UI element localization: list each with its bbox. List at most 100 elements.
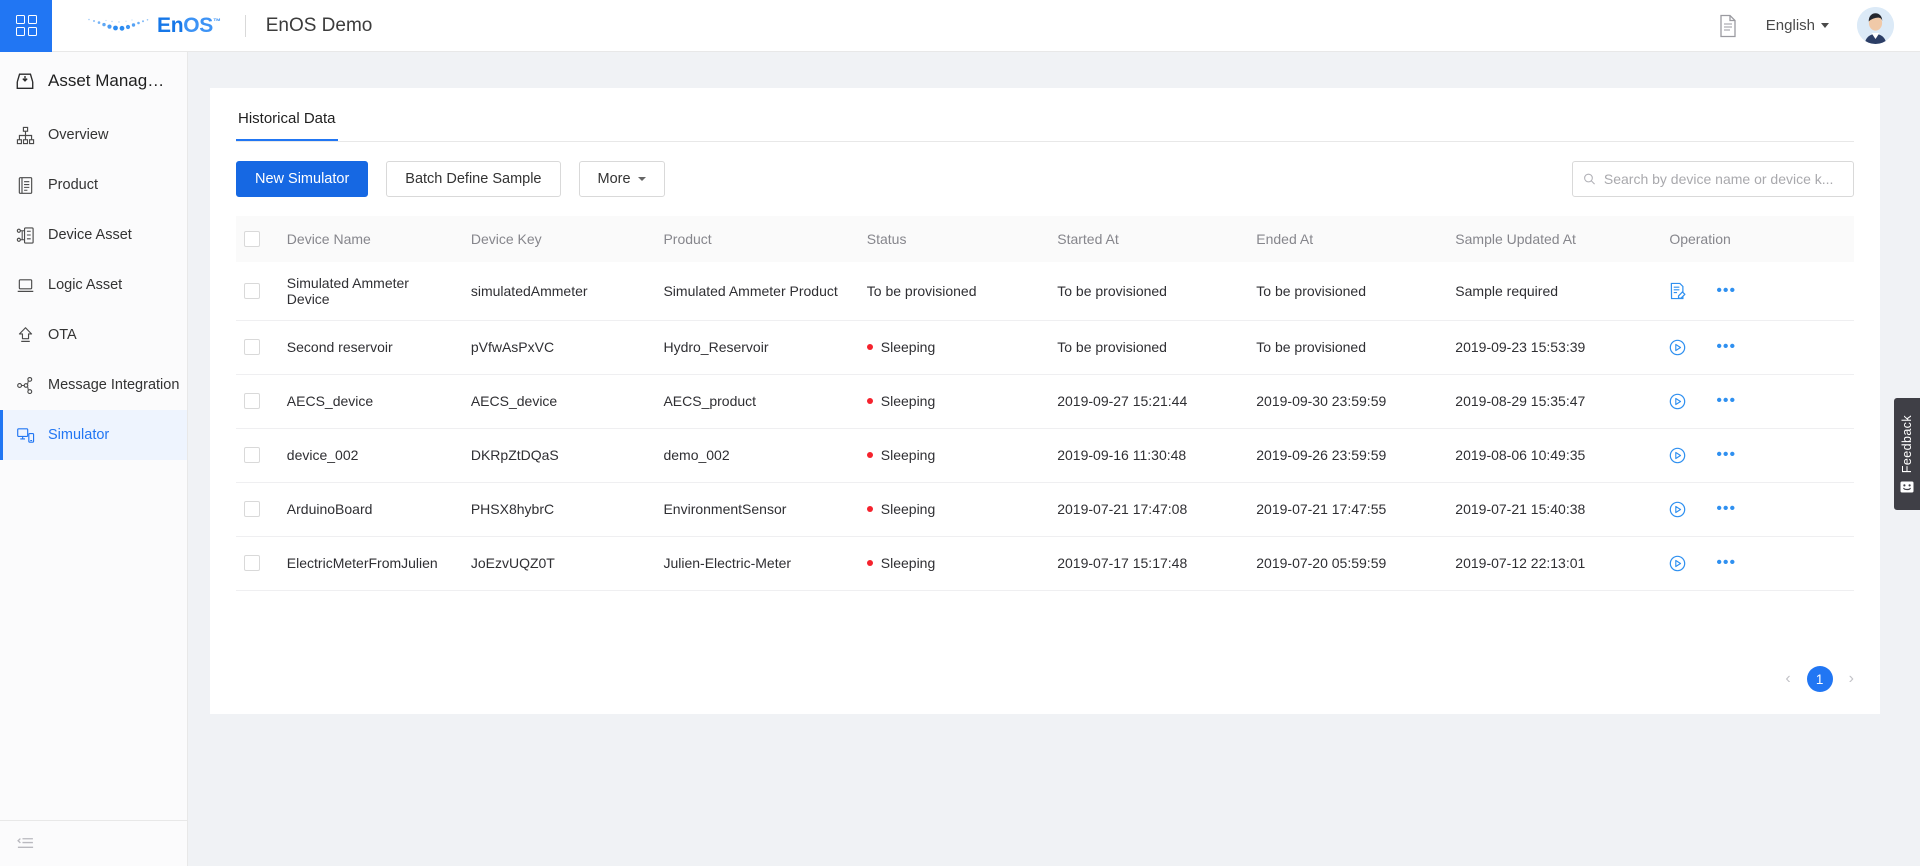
more-options-icon[interactable]: ••• bbox=[1716, 501, 1736, 517]
cell-started-at: 2019-09-16 11:30:48 bbox=[1049, 428, 1249, 483]
cell-operation: ••• bbox=[1661, 428, 1854, 483]
header-actions: English bbox=[1718, 7, 1920, 44]
row-checkbox[interactable] bbox=[244, 447, 260, 463]
sidebar-item-simulator[interactable]: Simulator bbox=[0, 410, 187, 460]
status-label: Sleeping bbox=[880, 447, 936, 463]
more-button[interactable]: More bbox=[578, 161, 665, 197]
column-header-operation: Operation bbox=[1661, 216, 1854, 262]
cell-status: Sleeping bbox=[858, 428, 1050, 483]
hierarchy-icon bbox=[15, 125, 35, 145]
cell-device-name: Simulated Ammeter Device bbox=[278, 262, 463, 321]
cell-ended-at: To be provisioned bbox=[1248, 262, 1448, 321]
document-icon[interactable] bbox=[1718, 14, 1738, 38]
tab-historical-data[interactable]: Historical Data bbox=[236, 110, 338, 141]
sidebar-item-label: Product bbox=[48, 177, 98, 193]
status-label: Sleeping bbox=[880, 555, 936, 571]
play-circle-icon[interactable] bbox=[1669, 339, 1686, 356]
chevron-down-icon bbox=[637, 177, 646, 181]
sidebar-item-message-integration[interactable]: Message Integration bbox=[0, 360, 187, 410]
cell-product: AECS_product bbox=[655, 374, 859, 429]
sidebar-item-device-asset[interactable]: Device Asset bbox=[0, 210, 187, 260]
play-circle-icon[interactable] bbox=[1669, 501, 1686, 518]
table-row[interactable]: AECS_device AECS_device AECS_product Sle… bbox=[236, 374, 1854, 429]
pagination-page-1[interactable]: 1 bbox=[1806, 666, 1833, 692]
more-options-icon[interactable]: ••• bbox=[1716, 555, 1736, 571]
cell-status: Sleeping bbox=[858, 536, 1050, 591]
row-select-cell bbox=[236, 374, 279, 429]
cell-operation: ••• bbox=[1661, 262, 1854, 321]
cell-product: Simulated Ammeter Product bbox=[655, 262, 859, 321]
row-select-cell bbox=[236, 428, 279, 483]
sidebar-item-label: Message Integration bbox=[48, 377, 180, 393]
pagination-next-button[interactable]: › bbox=[1849, 670, 1854, 688]
app-launcher-button[interactable] bbox=[0, 0, 52, 52]
avatar-image bbox=[1857, 7, 1894, 44]
cell-status: Sleeping bbox=[858, 374, 1050, 429]
play-circle-icon[interactable] bbox=[1669, 447, 1686, 464]
cell-operation: ••• bbox=[1661, 374, 1854, 429]
sidebar-item-label: Logic Asset bbox=[48, 277, 123, 293]
search-icon bbox=[1584, 173, 1595, 185]
table-row[interactable]: ArduinoBoard PHSX8hybrC EnvironmentSenso… bbox=[236, 482, 1854, 537]
cell-sample-updated-at: 2019-07-12 22:13:01 bbox=[1447, 536, 1662, 591]
avatar[interactable] bbox=[1857, 7, 1894, 44]
row-select-cell bbox=[236, 536, 279, 591]
row-checkbox[interactable] bbox=[244, 282, 260, 299]
cell-device-key: simulatedAmmeter bbox=[462, 262, 656, 321]
cell-device-key: DKRpZtDQaS bbox=[462, 428, 656, 483]
play-circle-icon[interactable] bbox=[1669, 393, 1686, 410]
cell-started-at: 2019-07-21 17:47:08 bbox=[1049, 482, 1249, 537]
collapse-sidebar-icon[interactable] bbox=[15, 834, 35, 854]
row-checkbox[interactable] bbox=[244, 555, 260, 571]
table-row[interactable]: device_002 DKRpZtDQaS demo_002 Sleeping … bbox=[236, 428, 1854, 483]
device-tree-icon bbox=[15, 225, 35, 245]
more-options-icon[interactable]: ••• bbox=[1716, 282, 1736, 298]
cell-product: Julien-Electric-Meter bbox=[655, 536, 859, 591]
row-checkbox[interactable] bbox=[244, 339, 260, 355]
table-row[interactable]: Second reservoir pVfwAsPxVC Hydro_Reserv… bbox=[236, 320, 1854, 375]
language-selector[interactable]: English bbox=[1766, 17, 1829, 34]
header-divider bbox=[244, 14, 246, 37]
more-options-icon[interactable]: ••• bbox=[1716, 339, 1736, 355]
feedback-label: Feedback bbox=[1900, 414, 1914, 474]
sidebar-item-overview[interactable]: Overview bbox=[0, 110, 187, 160]
app-grid-icon bbox=[15, 15, 37, 36]
cell-device-key: pVfwAsPxVC bbox=[462, 320, 656, 375]
cell-sample-updated-at: 2019-08-06 10:49:35 bbox=[1447, 428, 1662, 483]
table-header-row: Device Name Device Key Product Status St… bbox=[236, 216, 1854, 262]
select-all-checkbox[interactable] bbox=[244, 231, 260, 247]
cell-product: Hydro_Reservoir bbox=[655, 320, 859, 375]
status-dot bbox=[866, 560, 873, 566]
feedback-tab[interactable]: Feedback bbox=[1894, 398, 1920, 510]
enos-logo-text: EnOS™ bbox=[157, 15, 221, 36]
status-dot bbox=[866, 398, 873, 404]
table-row[interactable]: ElectricMeterFromJulien JoEzvUQZ0T Julie… bbox=[236, 536, 1854, 591]
search-box[interactable] bbox=[1572, 161, 1854, 197]
brand-logo[interactable]: EnOS™ bbox=[86, 15, 221, 36]
cell-device-name: device_002 bbox=[278, 428, 463, 483]
search-input[interactable] bbox=[1603, 171, 1843, 187]
cell-device-name: ElectricMeterFromJulien bbox=[278, 536, 463, 591]
simulator-table: Device Name Device Key Product Status St… bbox=[236, 216, 1854, 591]
table-row[interactable]: Simulated Ammeter Device simulatedAmmete… bbox=[236, 262, 1854, 321]
pagination-prev-button[interactable]: ‹ bbox=[1785, 670, 1790, 688]
row-checkbox[interactable] bbox=[244, 393, 260, 409]
row-select-cell bbox=[236, 262, 279, 321]
new-simulator-button[interactable]: New Simulator bbox=[236, 161, 369, 197]
sidebar-item-label: Device Asset bbox=[48, 227, 132, 243]
edit-document-icon[interactable] bbox=[1669, 282, 1686, 300]
sidebar-item-product[interactable]: Product bbox=[0, 160, 187, 210]
status-dot bbox=[866, 506, 873, 512]
play-circle-icon[interactable] bbox=[1669, 555, 1686, 572]
row-select-cell bbox=[236, 320, 279, 375]
row-checkbox[interactable] bbox=[244, 501, 260, 517]
more-options-icon[interactable]: ••• bbox=[1716, 393, 1736, 409]
more-options-icon[interactable]: ••• bbox=[1716, 447, 1736, 463]
main-content: Historical Data New Simulator Batch Defi… bbox=[188, 52, 1920, 866]
sidebar-item-logic-asset[interactable]: Logic Asset bbox=[0, 260, 187, 310]
batch-define-sample-button[interactable]: Batch Define Sample bbox=[386, 161, 561, 197]
cell-sample-updated-at: Sample required bbox=[1447, 262, 1662, 321]
sidebar-header: Asset Manag… bbox=[0, 52, 187, 110]
sidebar-item-ota[interactable]: OTA bbox=[0, 310, 187, 360]
cell-started-at: To be provisioned bbox=[1049, 262, 1249, 321]
